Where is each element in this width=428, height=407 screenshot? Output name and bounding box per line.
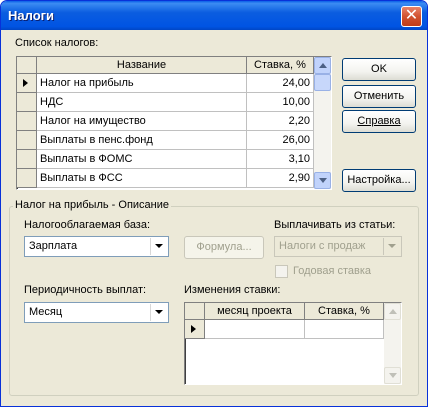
description-group-title: Налог на прибыль - Описание	[13, 199, 171, 211]
tax-name-cell[interactable]: Выплаты в ФСС	[37, 169, 247, 188]
periodicity-select[interactable]: Месяц	[24, 302, 169, 323]
ok-button-label: OK	[371, 63, 387, 75]
annual-rate-checkbox[interactable]	[275, 265, 288, 278]
cancel-button-label: Отменить	[353, 90, 405, 102]
rate-changes-grid[interactable]: месяц проекта Ставка, %	[184, 302, 402, 385]
tax-list-grid[interactable]: Название Ставка, % Налог на прибыль 24,00…	[16, 56, 332, 190]
scroll-down-button[interactable]	[384, 367, 401, 384]
rate-changes-label: Изменения ставки:	[184, 284, 281, 296]
column-header-rate[interactable]: Ставка, %	[247, 57, 314, 74]
pay-from-select[interactable]: Налоги с продаж	[274, 236, 402, 257]
help-button[interactable]: Справка	[342, 110, 416, 133]
annual-rate-label: Годовая ставка	[293, 265, 372, 277]
row-indicator[interactable]	[17, 112, 37, 131]
tax-rate-cell[interactable]: 10,00	[247, 93, 314, 112]
periodicity-label: Периодичность выплат:	[24, 284, 147, 296]
formula-button-label: Формула...	[196, 241, 252, 253]
tax-base-value: Зарплата	[29, 240, 78, 252]
rate-changes-scrollbar[interactable]	[384, 303, 401, 384]
title-bar: Налоги ✕	[1, 1, 427, 30]
periodicity-value: Месяц	[29, 306, 63, 318]
row-indicator	[185, 320, 205, 339]
taxes-dialog: Налоги ✕ Список налогов: Название Ставка…	[0, 0, 428, 407]
current-row-arrow-icon	[191, 325, 196, 333]
scroll-up-button[interactable]	[384, 303, 401, 320]
tax-list-scrollbar[interactable]	[314, 57, 331, 189]
tax-name-cell[interactable]: Налог на прибыль	[37, 74, 247, 93]
tax-name-cell[interactable]: Выплаты в пенс.фонд	[37, 131, 247, 150]
tax-base-label: Налогооблагаемая база:	[24, 219, 151, 231]
rate-cell[interactable]	[305, 320, 384, 339]
grid-corner	[17, 57, 37, 74]
tax-name-cell[interactable]: НДС	[37, 93, 247, 112]
tax-base-select[interactable]: Зарплата	[24, 236, 169, 257]
month-cell[interactable]	[205, 320, 305, 339]
tax-rate-cell[interactable]: 2,20	[247, 112, 314, 131]
row-indicator[interactable]	[17, 74, 37, 93]
row-indicator[interactable]	[17, 131, 37, 150]
row-indicator[interactable]	[17, 150, 37, 169]
column-header-rate[interactable]: Ставка, %	[305, 303, 384, 320]
pay-from-label: Выплачивать из статьи:	[274, 219, 396, 231]
chevron-down-icon[interactable]	[150, 238, 167, 255]
column-header-month[interactable]: месяц проекта	[205, 303, 305, 320]
tax-name-cell[interactable]: Налог на имущество	[37, 112, 247, 131]
close-button[interactable]: ✕	[401, 6, 422, 27]
settings-button[interactable]: Настройка...	[342, 169, 416, 192]
grid-corner	[185, 303, 205, 320]
help-button-label: Справка	[357, 115, 401, 127]
row-indicator[interactable]	[17, 93, 37, 112]
tax-name-cell[interactable]: Выплаты в ФОМС	[37, 150, 247, 169]
chevron-down-icon[interactable]	[383, 238, 400, 255]
chevron-down-icon[interactable]	[150, 304, 167, 321]
tax-rate-cell[interactable]: 3,10	[247, 150, 314, 169]
tax-rate-cell[interactable]: 2,90	[247, 169, 314, 188]
scroll-down-button[interactable]	[314, 172, 331, 189]
tax-rate-cell[interactable]: 26,00	[247, 131, 314, 150]
scroll-thumb[interactable]	[314, 74, 331, 91]
pay-from-value: Налоги с продаж	[279, 240, 366, 252]
cancel-button[interactable]: Отменить	[342, 85, 416, 108]
settings-button-label: Настройка...	[347, 174, 411, 186]
column-header-name[interactable]: Название	[37, 57, 247, 74]
formula-button[interactable]: Формула...	[184, 236, 264, 259]
current-row-arrow-icon	[23, 79, 28, 87]
scroll-up-button[interactable]	[314, 57, 331, 74]
tax-list-label: Список налогов:	[15, 37, 99, 49]
tax-rate-cell[interactable]: 24,00	[247, 74, 314, 93]
ok-button[interactable]: OK	[342, 58, 416, 81]
row-indicator[interactable]	[17, 169, 37, 188]
window-title: Налоги	[8, 8, 55, 23]
